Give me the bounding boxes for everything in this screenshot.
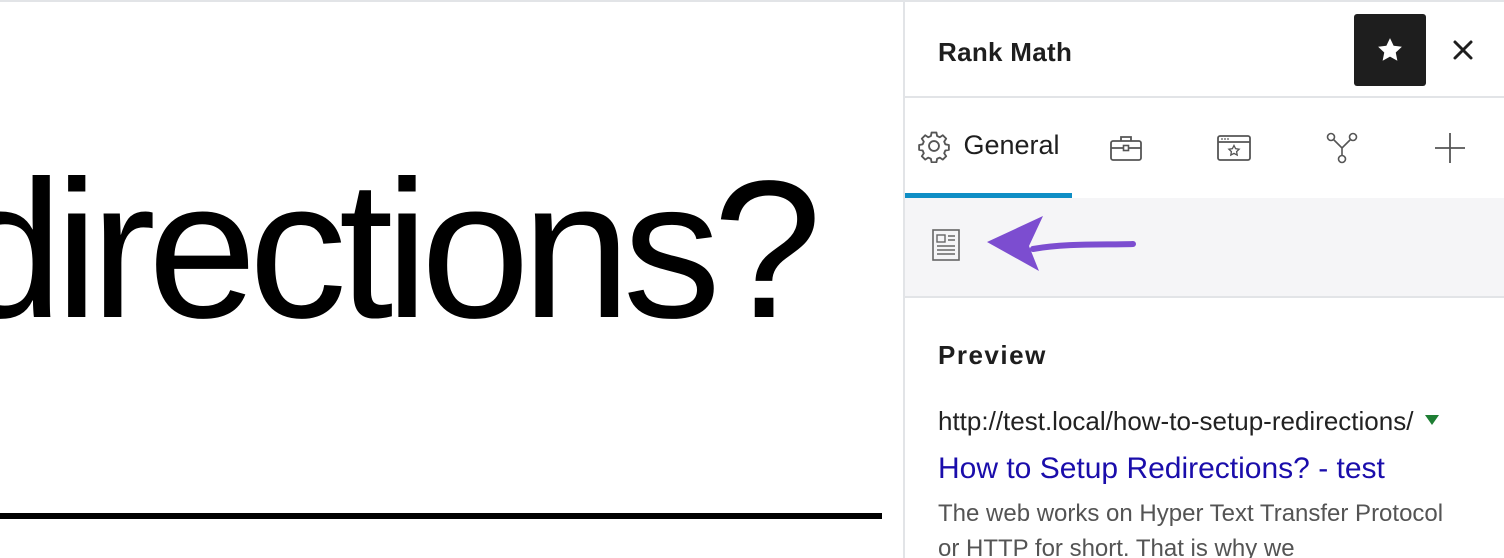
gear-icon <box>918 131 951 163</box>
social-share-icon <box>1326 132 1358 164</box>
preview-description: The web works on Hyper Text Transfer Pro… <box>938 500 1444 558</box>
tab-general[interactable]: General <box>905 98 1072 198</box>
preview-link-title[interactable]: How to Setup Redirections? - test <box>938 452 1385 486</box>
preview-url: http://test.local/how-to-setup-redirecti… <box>938 406 1440 437</box>
close-button[interactable] <box>1445 32 1481 68</box>
toolbox-icon <box>1110 136 1142 161</box>
tab-add[interactable] <box>1419 98 1481 198</box>
sub-toolbar <box>905 198 1504 298</box>
star-icon <box>1378 38 1402 61</box>
plus-icon <box>1435 133 1465 163</box>
sidebar-tabs: General <box>905 98 1504 198</box>
annotation-arrow <box>987 216 1136 271</box>
sidebar-title: Rank Math <box>938 37 1073 67</box>
snippet-editor-icon <box>932 229 960 261</box>
url-dropdown-caret-icon <box>1425 415 1440 426</box>
preview-url-text: http://test.local/how-to-setup-redirecti… <box>938 406 1414 436</box>
preview-heading: Preview <box>938 340 1047 370</box>
close-icon <box>1453 40 1473 60</box>
post-title-text[interactable]: directions? <box>0 152 822 348</box>
star-button[interactable] <box>1354 14 1426 86</box>
tab-schema[interactable] <box>1203 98 1265 198</box>
schema-browser-icon <box>1217 135 1251 161</box>
tab-general-label: General <box>963 130 1060 160</box>
rank-math-sidebar: Rank Math General Preview http://test.lo… <box>903 2 1504 558</box>
tab-social[interactable] <box>1311 98 1373 198</box>
tab-advanced[interactable] <box>1095 98 1157 198</box>
snippet-editor-button[interactable] <box>931 228 961 262</box>
sidebar-header: Rank Math <box>905 2 1504 98</box>
separator-block[interactable] <box>0 513 882 519</box>
editor-canvas[interactable]: directions? <box>0 2 903 558</box>
